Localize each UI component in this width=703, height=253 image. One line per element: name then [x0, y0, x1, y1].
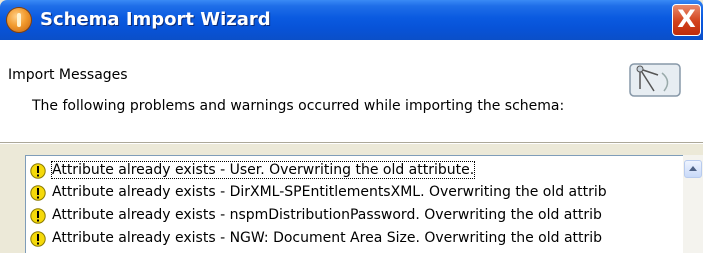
message-text: Attribute already exists - User. Overwri…: [50, 161, 476, 179]
section-title: Import Messages: [8, 67, 128, 83]
list-item[interactable]: Attribute already exists - nspmDistribut…: [30, 206, 690, 226]
message-text: Attribute already exists - nspmDistribut…: [52, 207, 602, 223]
scroll-up-button[interactable]: [684, 160, 702, 178]
warning-icon: [30, 208, 46, 224]
warning-icon: [30, 163, 46, 179]
list-item[interactable]: Attribute already exists - DirXML-SPEnti…: [30, 183, 690, 203]
window-title: Schema Import Wizard: [40, 9, 271, 30]
description-text: The following problems and warnings occu…: [32, 98, 565, 114]
list-item[interactable]: Attribute already exists - User. Overwri…: [30, 161, 690, 181]
wizard-header: Import Messages The following problems a…: [0, 40, 703, 142]
warning-icon: [30, 185, 46, 201]
message-text: Attribute already exists - NGW: Document…: [52, 230, 603, 246]
messages-list[interactable]: Attribute already exists - User. Overwri…: [25, 155, 703, 253]
close-button[interactable]: X: [672, 4, 701, 36]
vertical-scrollbar[interactable]: [683, 155, 703, 253]
title-bar[interactable]: Schema Import Wizard X: [0, 0, 703, 40]
warning-icon: [30, 231, 46, 247]
header-separator: [0, 142, 703, 144]
message-text: Attribute already exists - DirXML-SPEnti…: [52, 184, 607, 200]
list-item[interactable]: Attribute already exists - NGW: Document…: [30, 229, 690, 249]
schema-wizard-icon: [629, 63, 681, 97]
app-icon: [7, 8, 31, 32]
